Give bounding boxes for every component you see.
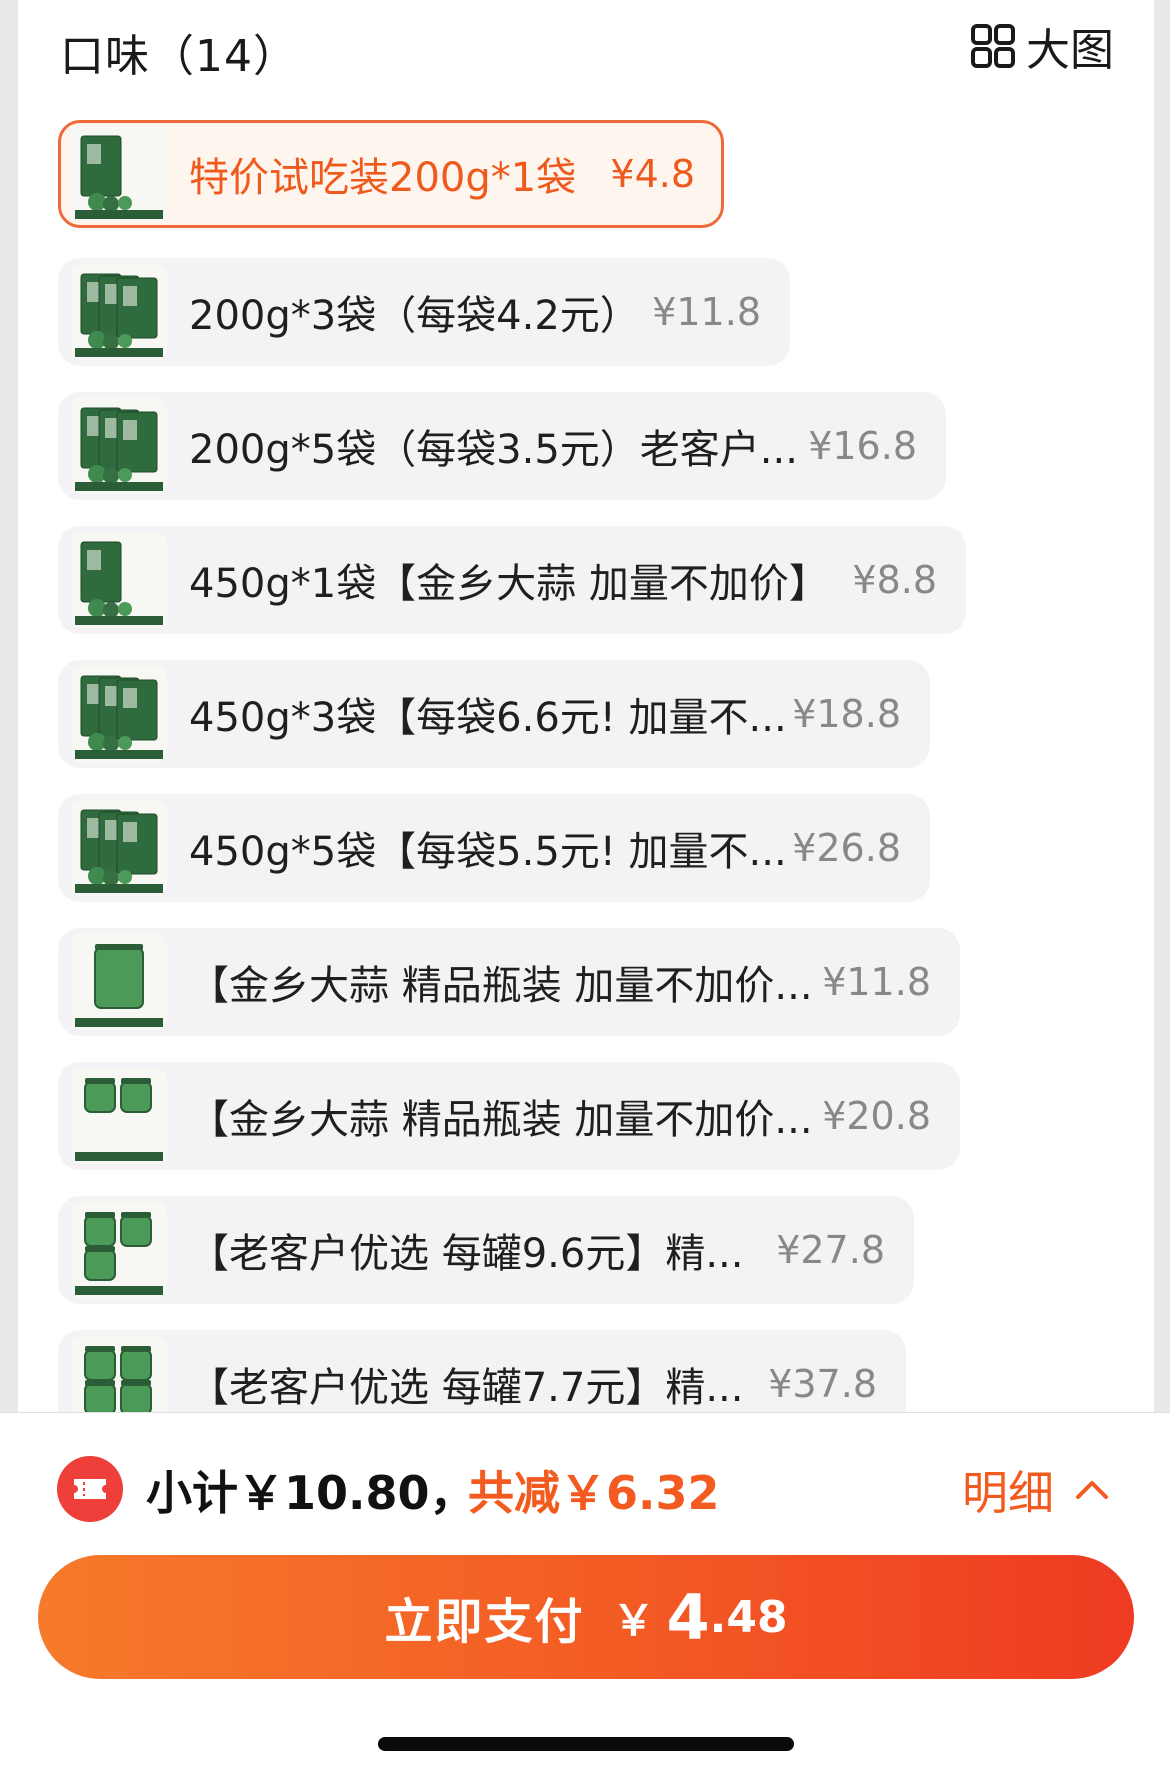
sku-option[interactable]: 200g*3袋（每袋4.2元） ¥11.8: [58, 258, 790, 366]
product-thumbnail: [71, 1202, 167, 1298]
product-thumbnail: [71, 532, 167, 628]
discount-text: 共减￥6.32: [468, 1466, 720, 1520]
product-thumbnail: [71, 264, 167, 360]
coupon-icon: [57, 1456, 123, 1522]
section-title: 口味（14）: [60, 31, 298, 82]
option-label: 200g*5袋（每袋3.5元）老客户...: [189, 427, 798, 473]
option-price: ¥4.8: [610, 152, 695, 196]
option-price: ¥20.8: [822, 1094, 931, 1138]
sheet-header: 口味（14） 大图: [18, 0, 1154, 100]
product-thumbnail: [71, 800, 167, 896]
option-price: ¥16.8: [808, 424, 917, 468]
sku-option[interactable]: 450g*1袋【金乡大蒜 加量不加价】 ¥8.8: [58, 526, 966, 634]
sku-option[interactable]: 【金乡大蒜 精品瓶装 加量不加价... ¥20.8: [58, 1062, 960, 1170]
sku-option[interactable]: 450g*5袋【每袋5.5元! 加量不... ¥26.8: [58, 794, 930, 902]
option-label: 450g*1袋【金乡大蒜 加量不加价】: [189, 561, 829, 607]
large-image-toggle[interactable]: 大图: [970, 18, 1114, 76]
option-label: 【老客户优选 每罐9.6元】精...: [189, 1231, 744, 1277]
pay-currency: ￥: [612, 1595, 655, 1645]
pay-amount-decimal: .48: [709, 1591, 788, 1643]
product-thumbnail: [71, 398, 167, 494]
pay-now-button[interactable]: 立即支付 ￥ 4 .48: [38, 1555, 1134, 1679]
option-price: ¥27.8: [776, 1228, 885, 1272]
option-price: ¥11.8: [822, 960, 931, 1004]
sku-option[interactable]: 450g*3袋【每袋6.6元! 加量不... ¥18.8: [58, 660, 930, 768]
home-indicator: [378, 1737, 794, 1751]
option-label: 【金乡大蒜 精品瓶装 加量不加价...: [189, 1097, 813, 1143]
option-price: ¥8.8: [852, 558, 937, 602]
option-label: 450g*5袋【每袋5.5元! 加量不...: [189, 829, 787, 875]
sku-option[interactable]: 【金乡大蒜 精品瓶装 加量不加价... ¥11.8: [58, 928, 960, 1036]
pay-amount-integer: 4: [666, 1580, 710, 1654]
option-label: 【金乡大蒜 精品瓶装 加量不加价...: [189, 963, 813, 1009]
chevron-up-icon: [1076, 1481, 1108, 1499]
option-label: 200g*3袋（每袋4.2元）: [189, 293, 640, 339]
sku-option[interactable]: 200g*5袋（每袋3.5元）老客户... ¥16.8: [58, 392, 946, 500]
option-label: 特价试吃装200g*1袋: [189, 155, 577, 201]
option-label: 450g*3袋【每袋6.6元! 加量不...: [189, 695, 787, 741]
subtotal-text: 小计￥10.80，: [146, 1466, 476, 1520]
option-price: ¥26.8: [792, 826, 901, 870]
grid-icon: [971, 24, 1015, 68]
option-price: ¥18.8: [792, 692, 901, 736]
pay-label: 立即支付: [384, 1594, 585, 1650]
sku-option[interactable]: 【老客户优选 每罐9.6元】精... ¥27.8: [58, 1196, 914, 1304]
product-thumbnail: [71, 126, 167, 222]
detail-toggle[interactable]: 明细: [962, 1457, 1112, 1523]
option-label: 【老客户优选 每罐7.7元】精...: [189, 1365, 744, 1411]
checkout-footer: 小计￥10.80， 共减￥6.32 明细 立即支付 ￥ 4 .48: [0, 1412, 1170, 1778]
product-thumbnail: [71, 1068, 167, 1164]
option-price: ¥37.8: [768, 1362, 877, 1406]
detail-label: 明细: [962, 1466, 1054, 1520]
product-thumbnail: [71, 666, 167, 762]
view-toggle-label: 大图: [1026, 25, 1114, 76]
option-price: ¥11.8: [652, 290, 761, 334]
product-thumbnail: [71, 934, 167, 1030]
sku-option[interactable]: 特价试吃装200g*1袋 ¥4.8: [58, 120, 724, 228]
